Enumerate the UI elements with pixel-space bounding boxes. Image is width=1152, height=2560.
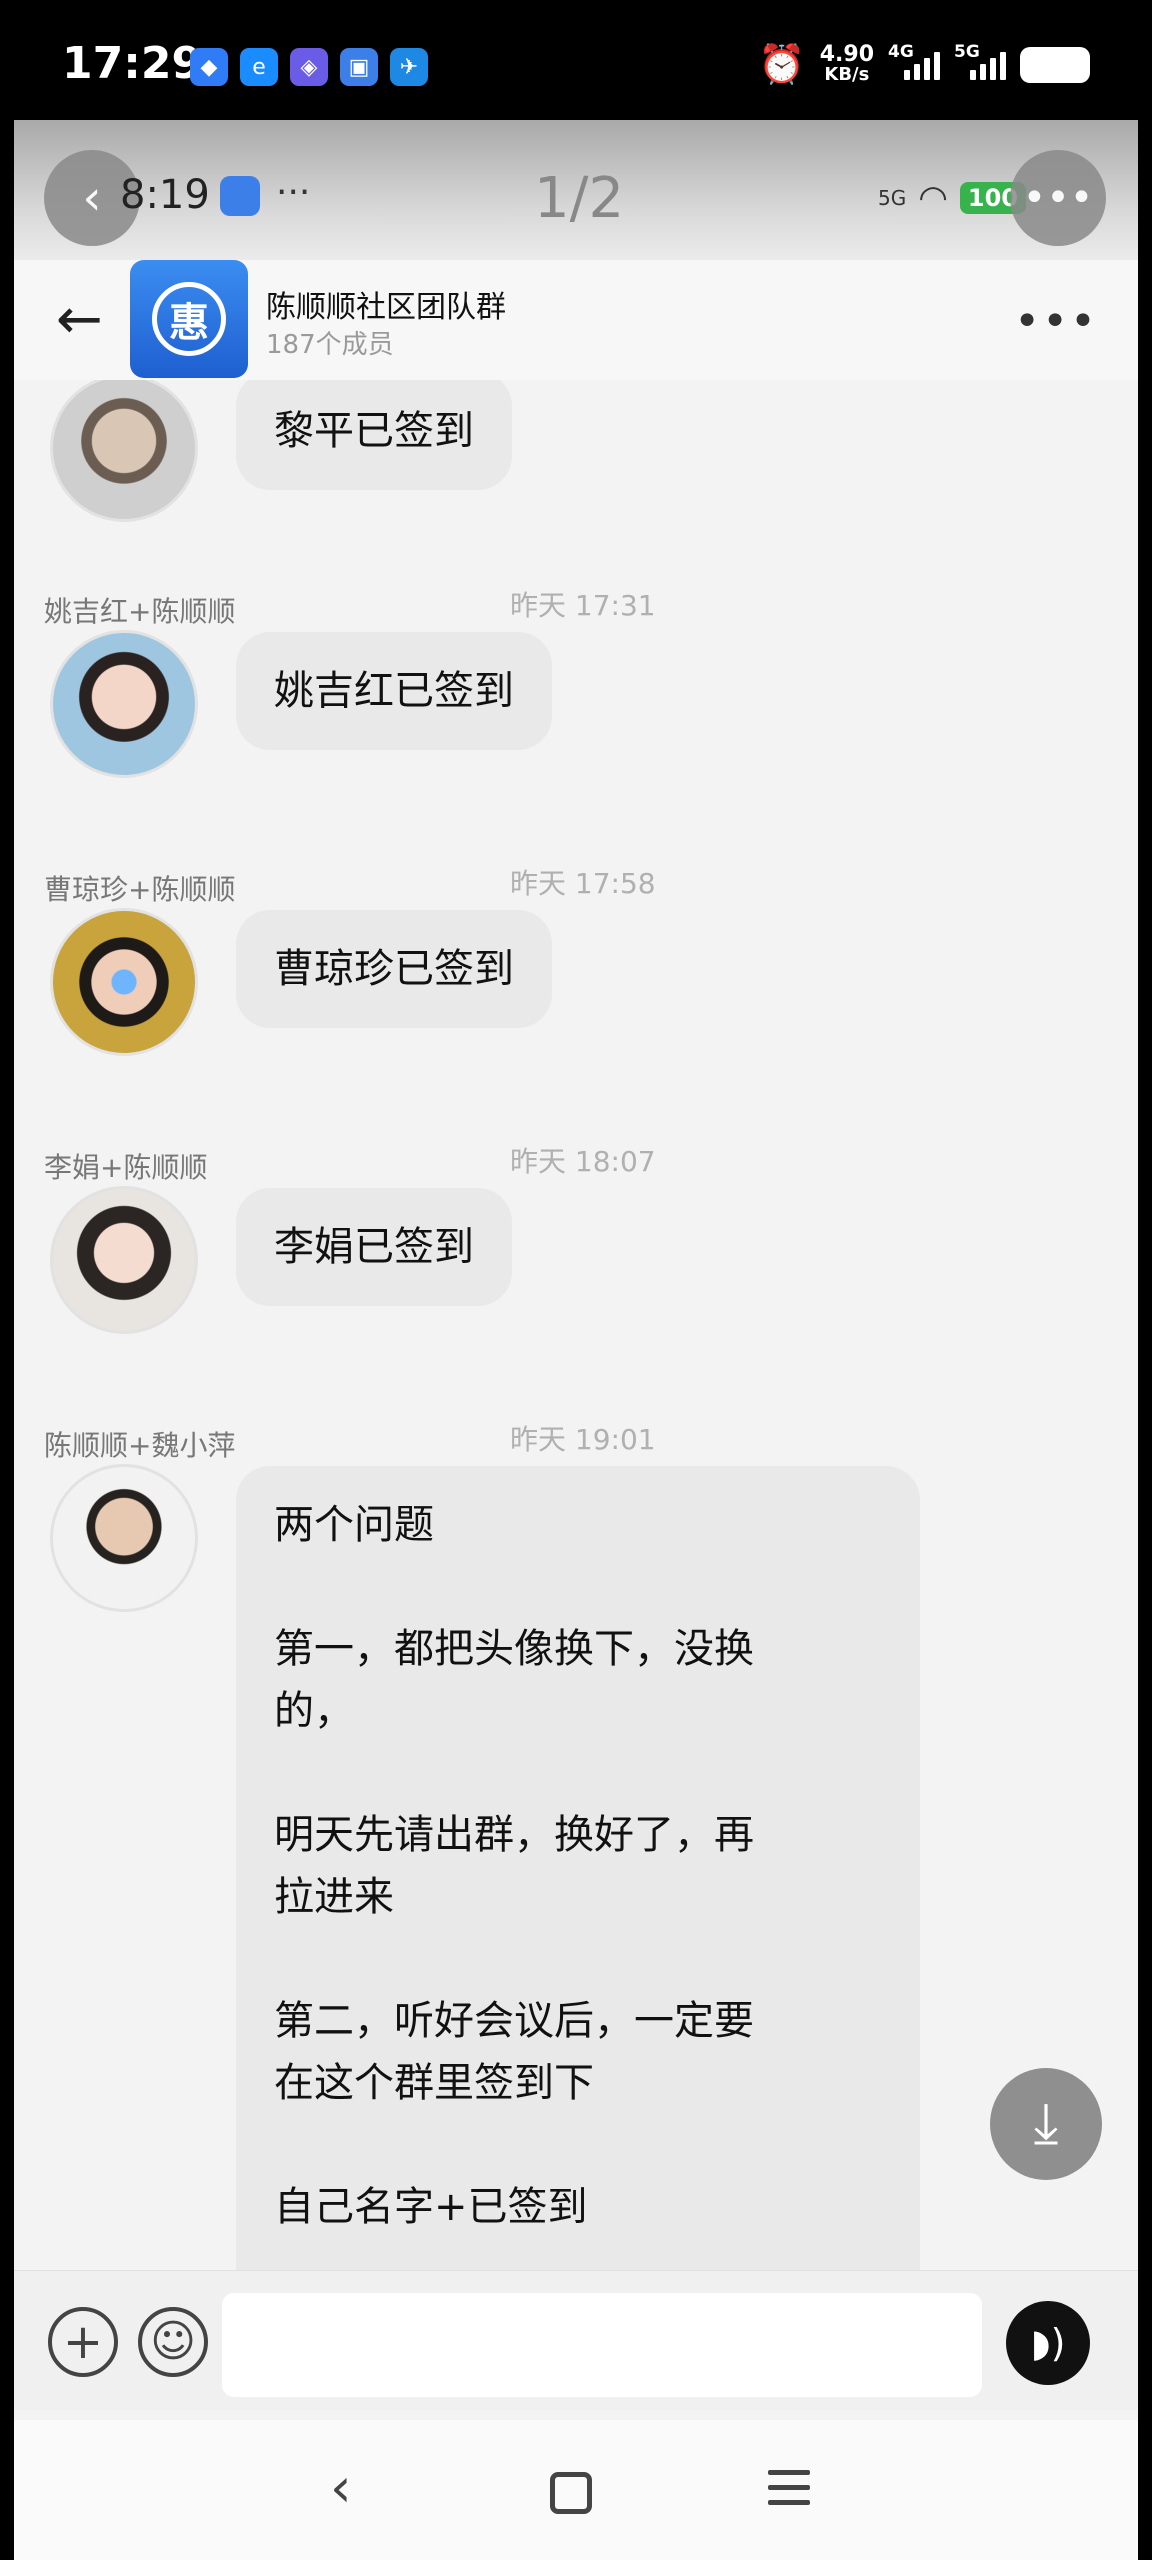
page-indicator: 1/2: [534, 166, 625, 231]
voice-input-button[interactable]: ◗): [1006, 2301, 1090, 2385]
browser-notification-icon: e: [240, 48, 278, 86]
device-status-bar: 17:29 ◆ e ◈ ▣ ✈ ⏰ 4.90 KB/s 4G 5G: [0, 0, 1152, 120]
message-bubble[interactable]: 李娟已签到: [236, 1188, 512, 1306]
message-bubble[interactable]: 姚吉红已签到: [236, 632, 552, 750]
bird-app-notification-icon: ✈: [390, 48, 428, 86]
app-screen: ‹ 8:19 ··· 1/2 5G ◠ 100 ••• ← 惠 陈顺顺社区团队群…: [14, 120, 1138, 2560]
message-sender: 陈顺顺+魏小萍: [44, 1429, 236, 1462]
sim2-label: 5G: [954, 41, 980, 62]
sim1-label: 4G: [888, 41, 914, 62]
signal-sim2-icon: 5G: [954, 42, 1006, 80]
overlay-dots: ···: [276, 172, 311, 213]
message-list[interactable]: 黎平已签到 姚吉红+陈顺顺 昨天 17:31 姚吉红已签到 曹琼珍+陈顺顺 昨天…: [14, 380, 1138, 2270]
message-bubble[interactable]: 曹琼珍已签到: [236, 910, 552, 1028]
system-nav-bar: ‹: [14, 2420, 1138, 2560]
nav-home-icon[interactable]: [550, 2472, 592, 2514]
message-time: 昨天 17:31: [510, 589, 656, 622]
nav-back-icon[interactable]: ‹: [330, 2456, 352, 2519]
net-speed-value: 4.90: [819, 41, 874, 67]
message-input[interactable]: [222, 2293, 982, 2397]
status-indicators: ⏰ 4.90 KB/s 4G 5G: [758, 42, 1090, 87]
avatar[interactable]: [50, 380, 198, 522]
avatar[interactable]: [50, 1186, 198, 1334]
message-sender: 姚吉红+陈顺顺: [44, 595, 236, 628]
group-avatar[interactable]: 惠: [130, 260, 248, 378]
add-attachment-icon[interactable]: +: [48, 2307, 118, 2377]
member-count: 187个成员: [266, 330, 394, 360]
wifi-icon: ◠: [918, 178, 948, 218]
battery-icon: [1020, 46, 1090, 83]
app-notification-icon: ◆: [190, 48, 228, 86]
chat-app-notification-icon: ▣: [340, 48, 378, 86]
avatar[interactable]: [50, 908, 198, 1056]
message-bubble[interactable]: 黎平已签到: [236, 380, 512, 490]
emoji-icon[interactable]: ☺: [138, 2307, 208, 2377]
overlay-network-label: 5G: [877, 186, 907, 210]
chat-header: ← 惠 陈顺顺社区团队群 187个成员 •••: [14, 260, 1138, 380]
notification-icons: ◆ e ◈ ▣ ✈: [190, 48, 428, 86]
overlay-status: 5G ◠ 100: [878, 178, 1026, 218]
status-time: 17:29: [62, 38, 203, 89]
input-bar: + ☺ ◗): [14, 2270, 1138, 2410]
message-time: 昨天 17:58: [510, 867, 656, 900]
shield-notification-icon: ◈: [290, 48, 328, 86]
back-arrow-icon[interactable]: ←: [56, 292, 103, 348]
message-sender: 李娟+陈顺顺: [44, 1151, 208, 1184]
message-time: 昨天 18:07: [510, 1145, 656, 1178]
message-time: 昨天 19:01: [510, 1423, 656, 1456]
net-speed-unit: KB/s: [824, 63, 870, 85]
overlay-app-icon: [220, 176, 260, 216]
scroll-to-bottom-button[interactable]: ⤓: [990, 2068, 1102, 2180]
group-name[interactable]: 陈顺顺社区团队群: [266, 282, 506, 326]
signal-sim1-icon: 4G: [888, 42, 940, 80]
message-sender: 曹琼珍+陈顺顺: [44, 873, 236, 906]
overlay-more-button[interactable]: •••: [1010, 150, 1106, 246]
avatar[interactable]: [50, 630, 198, 778]
overlay-time: 8:19: [120, 172, 210, 218]
more-options-icon[interactable]: •••: [1014, 296, 1098, 347]
message-bubble[interactable]: 两个问题 第一，都把头像换下，没换 的， 明天先请出群，换好了，再 拉进来 第二…: [236, 1466, 920, 2270]
avatar[interactable]: [50, 1464, 198, 1612]
recording-overlay: ‹ 8:19 ··· 1/2 5G ◠ 100 •••: [14, 120, 1138, 270]
group-avatar-glyph: 惠: [152, 282, 226, 356]
alarm-icon: ⏰: [758, 42, 806, 86]
network-speed: 4.90 KB/s: [819, 41, 874, 85]
nav-menu-icon[interactable]: [768, 2470, 810, 2515]
